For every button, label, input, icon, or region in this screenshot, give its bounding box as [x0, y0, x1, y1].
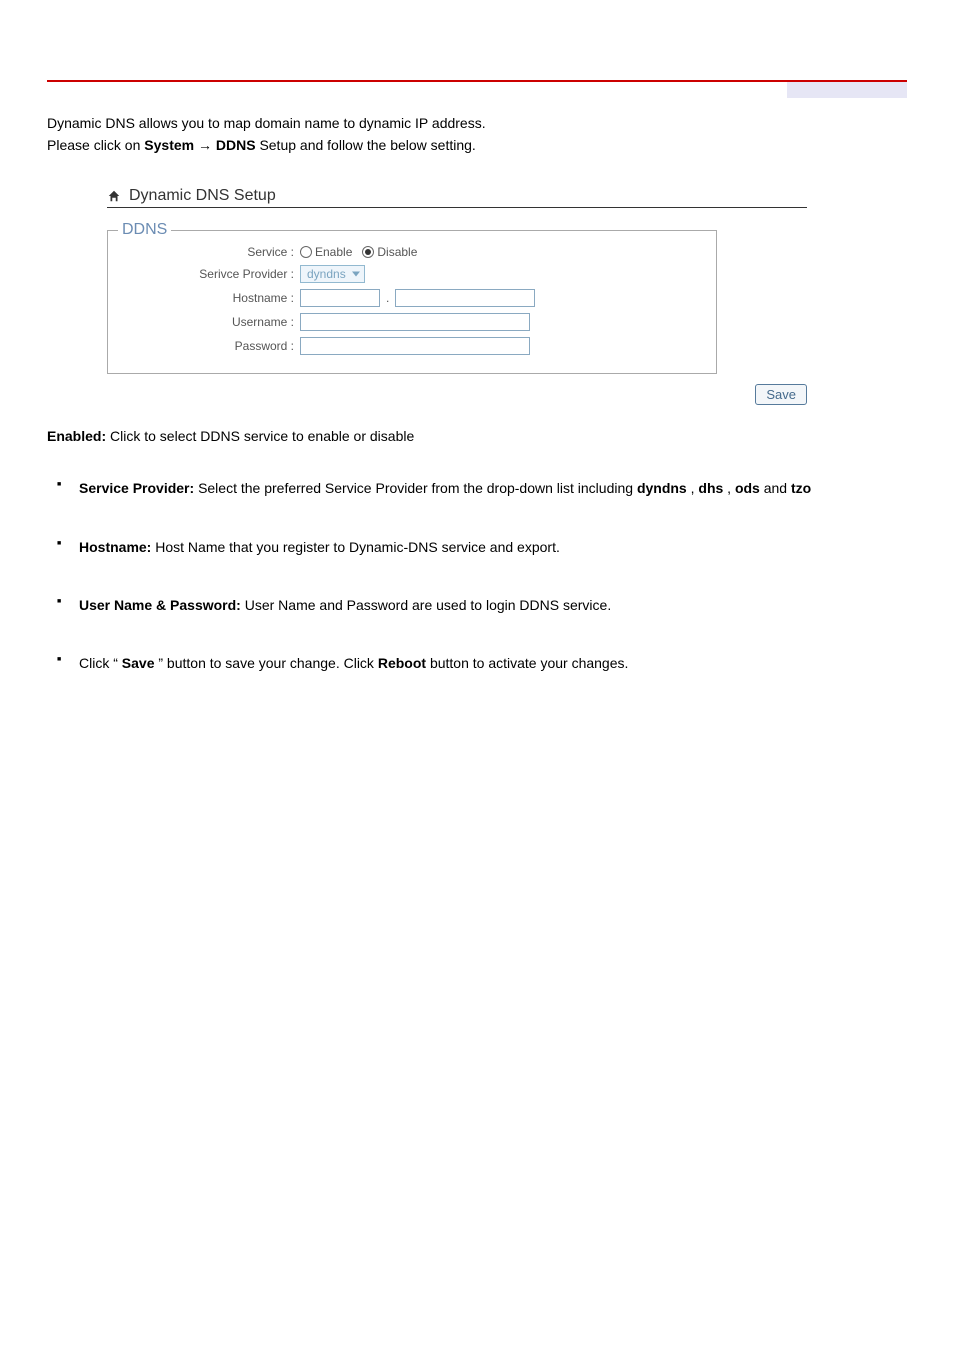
intro-line2-suffix: Setup and follow the below setting.	[259, 137, 475, 153]
bullet2-body: Host Name that you register to Dynamic-D…	[155, 539, 560, 555]
save-button-wrap: Save	[107, 384, 807, 405]
screenshot-panel: Dynamic DNS Setup DDNS Service : Enable …	[107, 187, 807, 405]
breadcrumb-ddns: DDNS	[216, 137, 256, 153]
radio-disable-dot	[365, 249, 371, 255]
bullet1-mid2: ,	[727, 480, 735, 496]
top-red-border	[47, 80, 907, 82]
bullet1-body: Select the preferred Service Provider fr…	[198, 480, 637, 496]
row-provider: Serivce Provider : dyndns	[120, 265, 704, 283]
hostname-dot: .	[386, 291, 389, 305]
bullet-credentials: User Name & Password: User Name and Pass…	[57, 594, 907, 616]
radio-enable[interactable]: Enable	[300, 245, 352, 259]
bullet-service-provider: Service Provider: Select the preferred S…	[57, 477, 907, 499]
bullet4-end: button to activate your changes.	[430, 655, 628, 671]
header-right-block	[787, 82, 907, 98]
radio-disable-label: Disable	[377, 245, 417, 259]
bullet2-title: Hostname:	[79, 539, 151, 555]
breadcrumb-system: System	[144, 137, 194, 153]
post-note-title: Enabled:	[47, 428, 110, 444]
radio-enable-label: Enable	[315, 245, 352, 259]
bullet4-prefix: Click “	[79, 655, 118, 671]
intro-text: Dynamic DNS allows you to map domain nam…	[47, 112, 907, 157]
home-icon	[107, 189, 121, 203]
provider-select[interactable]: dyndns	[300, 265, 365, 283]
page-content: Dynamic DNS allows you to map domain nam…	[0, 82, 954, 675]
breadcrumb: System → DDNS	[144, 137, 259, 153]
bullet1-sub1: dyndns	[637, 480, 687, 496]
bullet1-sub2: dhs	[698, 480, 723, 496]
bullet-save: Click “ Save ” button to save your chang…	[57, 652, 907, 674]
value-username	[300, 313, 530, 331]
value-hostname: .	[300, 289, 535, 307]
value-service: Enable Disable	[300, 245, 423, 259]
radio-disable-circle	[362, 246, 374, 258]
label-username: Username :	[120, 315, 300, 329]
label-password: Password :	[120, 339, 300, 353]
fieldset-legend: DDNS	[118, 221, 171, 239]
radio-disable[interactable]: Disable	[362, 245, 417, 259]
intro-line2-prefix: Please click on	[47, 137, 144, 153]
bullet-list: Service Provider: Select the preferred S…	[57, 477, 907, 675]
save-button[interactable]: Save	[755, 384, 807, 405]
post-note: Enabled: Click to select DDNS service to…	[47, 425, 907, 447]
bullet4-suffix: ” button to save your change. Click	[158, 655, 377, 671]
hostname-input-2[interactable]	[395, 289, 535, 307]
bullet1-mid3: and	[764, 480, 791, 496]
password-input[interactable]	[300, 337, 530, 355]
value-provider: dyndns	[300, 265, 365, 283]
screenshot-title: Dynamic DNS Setup	[129, 187, 276, 205]
intro-line1: Dynamic DNS allows you to map domain nam…	[47, 115, 486, 131]
radio-enable-circle	[300, 246, 312, 258]
hostname-input-1[interactable]	[300, 289, 380, 307]
row-username: Username :	[120, 313, 704, 331]
bullet4-save: Save	[122, 655, 155, 671]
bullet1-sub3: ods	[735, 480, 760, 496]
bullet4-reboot: Reboot	[378, 655, 426, 671]
bullet1-title: Service Provider:	[79, 480, 194, 496]
breadcrumb-arrow: →	[198, 137, 216, 153]
username-input[interactable]	[300, 313, 530, 331]
ddns-fieldset: DDNS Service : Enable Disable Serivce Pr…	[107, 230, 717, 374]
label-hostname: Hostname :	[120, 291, 300, 305]
post-note-body: Click to select DDNS service to enable o…	[110, 428, 414, 444]
bullet3-title: User Name & Password:	[79, 597, 241, 613]
row-hostname: Hostname : .	[120, 289, 704, 307]
bullet-hostname: Hostname: Host Name that you register to…	[57, 536, 907, 558]
label-provider: Serivce Provider :	[120, 267, 300, 281]
bullet3-body: User Name and Password are used to login…	[245, 597, 612, 613]
row-service: Service : Enable Disable	[120, 245, 704, 259]
label-service: Service :	[120, 245, 300, 259]
row-password: Password :	[120, 337, 704, 355]
screenshot-header: Dynamic DNS Setup	[107, 187, 807, 208]
bullet1-sub4: tzo	[791, 480, 811, 496]
value-password	[300, 337, 530, 355]
